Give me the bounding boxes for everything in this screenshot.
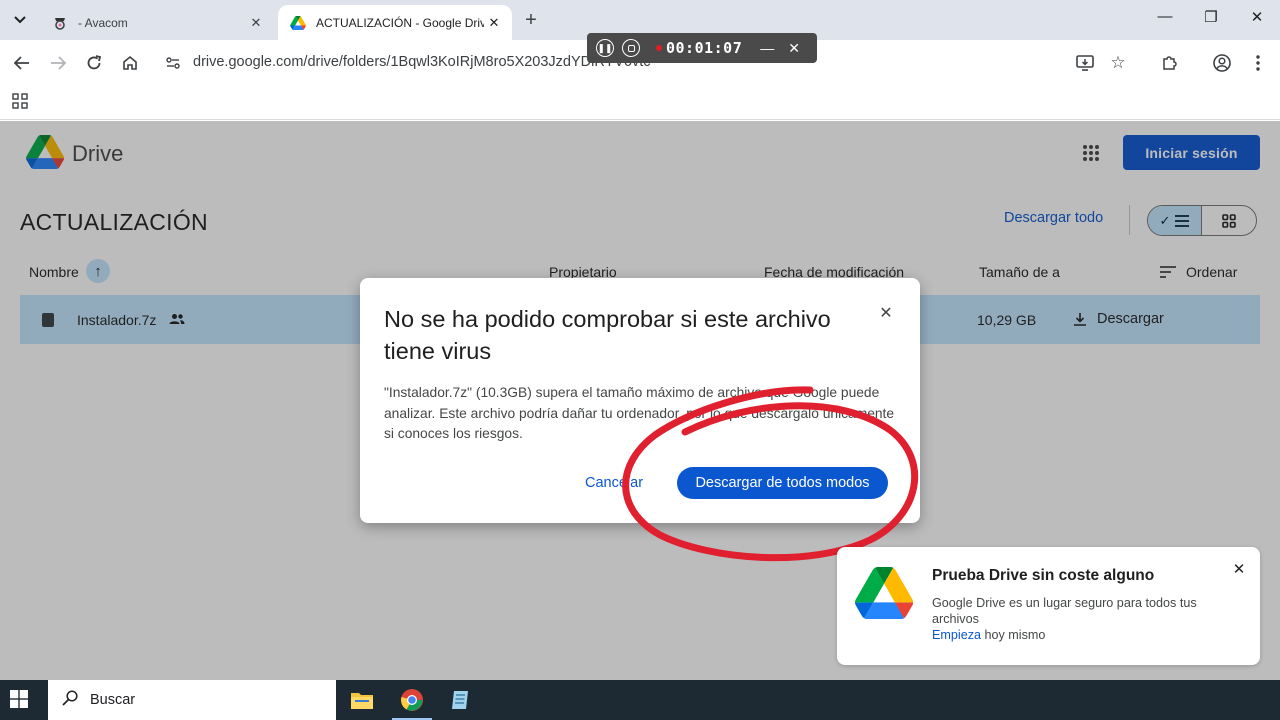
promo-link-suffix: hoy mismo: [981, 628, 1046, 642]
profile-avatar-icon[interactable]: [1211, 52, 1233, 74]
taskbar-search-input[interactable]: Buscar: [48, 680, 336, 720]
search-icon: [62, 689, 78, 711]
dialog-title: No se ha podido comprobar si este archiv…: [384, 306, 831, 364]
tab-close-icon[interactable]: ✕: [246, 13, 266, 33]
google-drive-favicon-icon: [290, 15, 306, 31]
recorder-minimize-button[interactable]: —: [760, 40, 774, 56]
promo-start-link[interactable]: Empieza: [932, 628, 981, 642]
dialog-close-icon[interactable]: ✕: [876, 303, 896, 323]
recorder-close-button[interactable]: ✕: [788, 40, 800, 57]
pause-icon[interactable]: ❚❚: [596, 39, 614, 57]
promo-close-icon[interactable]: ✕: [1230, 560, 1248, 578]
recording-timer: 00:01:07: [666, 39, 743, 57]
tab-search-chevron-icon[interactable]: [6, 7, 34, 33]
search-placeholder: Buscar: [90, 692, 136, 708]
window-restore-button[interactable]: ❐: [1196, 8, 1226, 32]
extensions-puzzle-icon[interactable]: [1158, 52, 1180, 74]
tab-title: ACTUALIZACIÓN - Google Drive: [316, 15, 484, 30]
tab-google-drive[interactable]: ACTUALIZACIÓN - Google Drive ✕: [278, 5, 512, 40]
windows-start-icon[interactable]: [10, 690, 28, 713]
windows-taskbar: Buscar: [0, 680, 1280, 720]
window-minimize-button[interactable]: —: [1150, 8, 1180, 32]
bookmark-star-icon[interactable]: ☆: [1107, 52, 1129, 74]
promo-title: Prueba Drive sin coste alguno: [932, 567, 1155, 584]
reload-icon[interactable]: [83, 52, 105, 74]
stop-icon[interactable]: [622, 39, 640, 57]
new-tab-button[interactable]: +: [520, 10, 542, 32]
address-bar-url[interactable]: drive.google.com/drive/folders/1Bqwl3KoI…: [193, 54, 651, 70]
notepad-app-icon[interactable]: [436, 680, 484, 720]
chrome-icon[interactable]: [388, 680, 436, 720]
screen-recorder-bar: ❚❚ 00:01:07 — ✕: [587, 33, 817, 63]
drive-promo-card: Prueba Drive sin coste alguno Google Dri…: [837, 547, 1260, 665]
bookmarks-bar: [0, 86, 1280, 120]
avacom-favicon-icon: [52, 15, 68, 31]
file-explorer-icon[interactable]: [338, 680, 386, 720]
google-drive-logo-icon: [855, 567, 914, 624]
apps-shortcut-icon[interactable]: [12, 93, 28, 114]
tab-title: - Avacom: [78, 15, 128, 30]
home-icon[interactable]: [119, 52, 141, 74]
browser-menu-kebab-icon[interactable]: [1247, 52, 1269, 74]
window-close-button[interactable]: ✕: [1242, 8, 1272, 32]
recording-dot-icon: [656, 45, 662, 51]
site-info-icon[interactable]: [162, 52, 184, 74]
install-app-icon[interactable]: [1074, 52, 1096, 74]
red-annotation-circle: [622, 386, 919, 562]
tab-close-icon[interactable]: ✕: [484, 13, 504, 33]
tab-avacom[interactable]: - Avacom ✕: [40, 5, 274, 40]
promo-text: Google Drive es un lugar seguro para tod…: [932, 595, 1232, 643]
promo-description: Google Drive es un lugar seguro para tod…: [932, 596, 1197, 626]
back-arrow-icon[interactable]: [11, 52, 33, 74]
forward-arrow-icon[interactable]: [47, 52, 69, 74]
